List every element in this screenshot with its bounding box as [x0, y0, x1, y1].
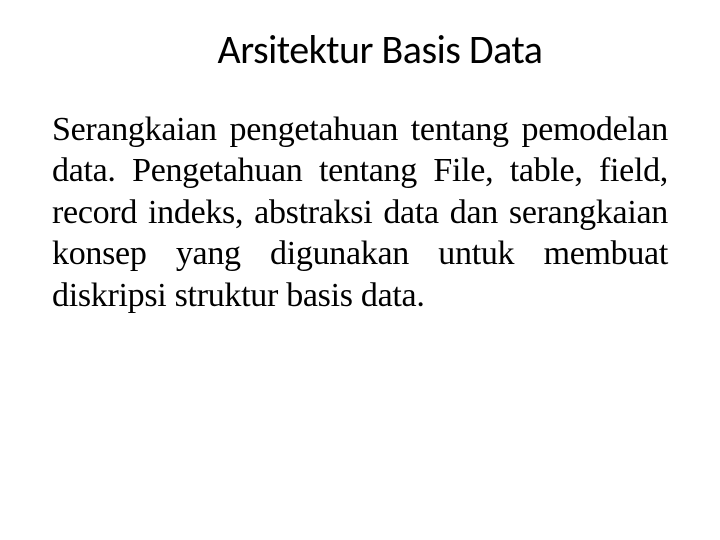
- slide-body-text: Serangkaian pengetahuan tentang pemodela…: [40, 109, 680, 316]
- slide-title: Arsitektur Basis Data: [100, 25, 660, 74]
